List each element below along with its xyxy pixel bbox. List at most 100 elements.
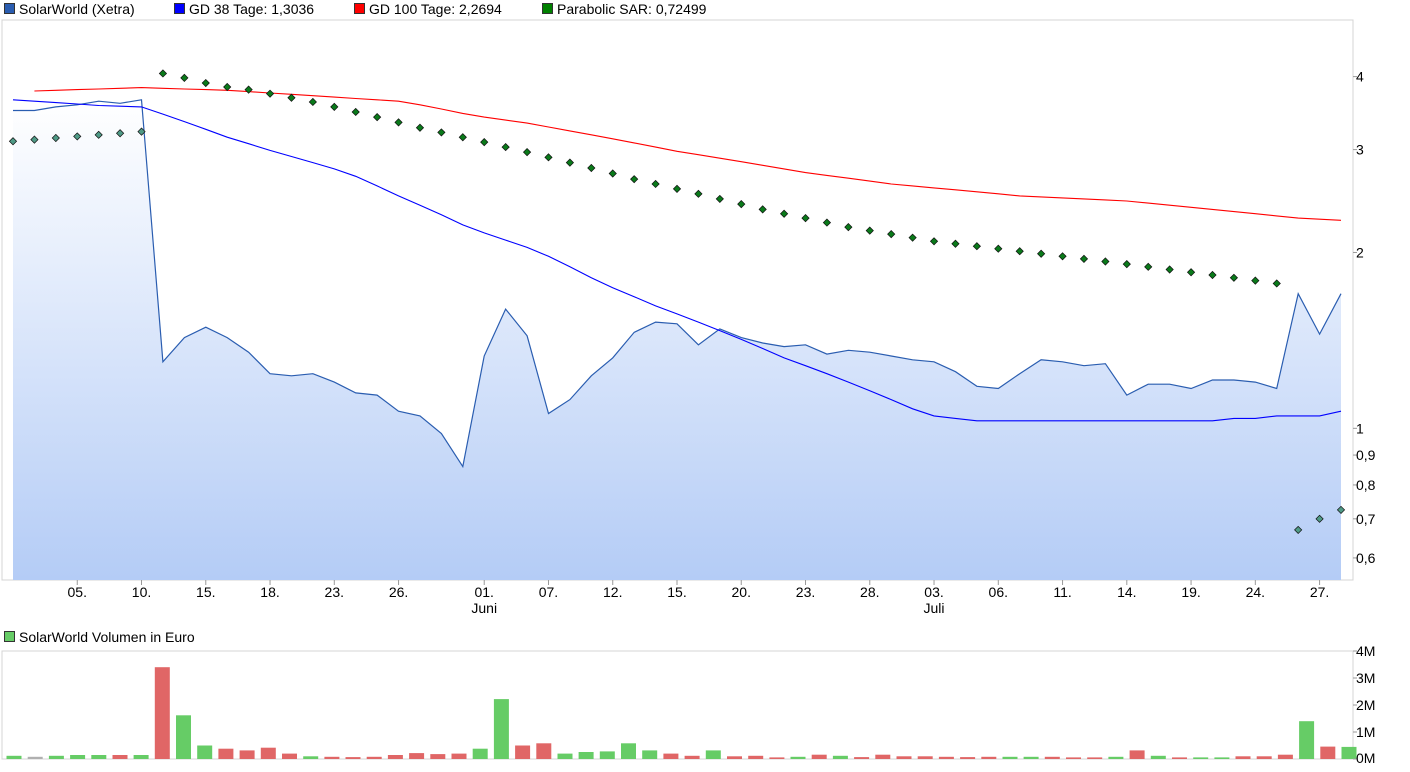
volume-bar [1214, 757, 1230, 759]
x-tick-label: 14. [1117, 584, 1136, 600]
x-tick-label: 20. [732, 584, 751, 600]
month-label: Juli [924, 600, 945, 616]
volume-bar [1299, 721, 1315, 759]
volume-bar [409, 753, 425, 759]
x-tick-label: 06. [989, 584, 1008, 600]
date-x-axis: 05. 10. 15. 18. 23. 26. 01. 07. 12. 15. 20. 23. 28. 0… [68, 580, 1329, 616]
volume-bar [218, 748, 234, 759]
volume-bar [832, 755, 848, 759]
month-label: Juni [471, 600, 497, 616]
volume-bar [1150, 755, 1166, 759]
volume-bar [811, 754, 827, 759]
volume-bar [1320, 746, 1336, 759]
x-tick-label: 26. [389, 584, 408, 600]
x-tick-label: 19. [1181, 584, 1200, 600]
volume-bar [387, 755, 403, 759]
y-tick-label: 1 [1356, 420, 1364, 436]
volume-bar [536, 743, 552, 759]
volume-bar [875, 754, 891, 759]
volume-y-tick-label: 0M [1356, 750, 1375, 766]
volume-bar [642, 750, 658, 759]
volume-bar [917, 756, 933, 759]
volume-bar [260, 747, 276, 759]
volume-bar [748, 755, 764, 759]
volume-bar [896, 756, 912, 759]
x-tick-label: 23. [325, 584, 344, 600]
x-tick-label: 07. [539, 584, 558, 600]
volume-bar [621, 743, 636, 759]
legend-swatch [4, 3, 15, 14]
legend-swatch [354, 3, 365, 14]
volume-bar [282, 753, 297, 759]
legend-swatch [542, 3, 553, 14]
volume-bar [70, 755, 86, 759]
volume-bar [960, 757, 976, 759]
x-tick-label: 23. [796, 584, 815, 600]
volume-bar [663, 753, 679, 759]
volume-bar [154, 667, 170, 759]
volume-bar [27, 756, 43, 759]
volume-bar [493, 699, 509, 759]
x-tick-label: 12. [603, 584, 622, 600]
x-tick-label: 15. [667, 584, 686, 600]
volume-bar [303, 756, 319, 759]
volume-bar [112, 755, 128, 759]
volume-bar [1129, 750, 1145, 759]
volume-bar [854, 757, 870, 759]
volume-bar [557, 753, 573, 759]
volume-bar [981, 756, 997, 759]
volume-bar [451, 753, 467, 759]
x-tick-label: 18. [260, 584, 279, 600]
volume-bar [1087, 757, 1103, 759]
volume-y-tick-label: 4M [1356, 643, 1375, 659]
y-tick-label: 3 [1356, 142, 1364, 158]
y-tick-label: 4 [1356, 69, 1364, 85]
volume-bar [48, 755, 64, 759]
x-tick-label: 28. [860, 584, 879, 600]
volume-bar [705, 750, 721, 759]
x-tick-label: 15. [196, 584, 215, 600]
volume-bar [324, 756, 340, 759]
volume-bar [472, 748, 488, 759]
y-tick-label: 0,8 [1356, 477, 1376, 493]
volume-bar [790, 756, 806, 759]
legend-label: GD 38 Tage: 1,3036 [189, 1, 314, 17]
volume-bar [1277, 754, 1293, 759]
volume-bar [1172, 757, 1187, 759]
y-tick-label: 0,9 [1356, 447, 1376, 463]
volume-y-tick-label: 2M [1356, 697, 1375, 713]
x-tick-label: 10. [132, 584, 151, 600]
price-y-axis: 4 3 2 1 0,9 0,8 0,7 0,6 [1353, 69, 1376, 566]
y-tick-label: 0,6 [1356, 550, 1376, 566]
chart-canvas: SolarWorld (Xetra) GD 38 Tage: 1,3036 GD 1… [1, 1, 1376, 766]
volume-bar [366, 756, 382, 759]
volume-bar [239, 750, 255, 759]
volume-bar [1108, 756, 1124, 759]
volume-bar [430, 754, 446, 759]
volume-bar [1066, 757, 1081, 759]
volume-y-tick-label: 3M [1356, 670, 1375, 686]
volume-bar [684, 755, 700, 759]
x-tick-label: 01. [474, 584, 493, 600]
x-tick-label: 27. [1310, 584, 1329, 600]
volume-bar [727, 756, 742, 759]
volume-bar [578, 752, 594, 759]
x-tick-label: 05. [68, 584, 87, 600]
y-tick-label: 0,7 [1356, 511, 1376, 527]
price-chart-legend: SolarWorld (Xetra) GD 38 Tage: 1,3036 GD 1… [4, 1, 707, 17]
volume-bar [599, 751, 615, 759]
volume-bar [91, 755, 107, 759]
x-tick-label: 03. [924, 584, 943, 600]
volume-bar [515, 745, 531, 759]
volume-bar [6, 755, 22, 759]
volume-y-tick-label: 1M [1356, 724, 1375, 740]
legend-swatch [174, 3, 185, 14]
volume-bar [176, 715, 191, 759]
volume-legend-label: SolarWorld Volumen in Euro [19, 629, 195, 645]
volume-bar [1044, 756, 1060, 759]
volume-bar [1023, 756, 1039, 759]
volume-bar [1002, 756, 1018, 759]
volume-bar [133, 755, 149, 759]
x-tick-label: 11. [1053, 584, 1071, 600]
legend-label: SolarWorld (Xetra) [19, 1, 135, 17]
